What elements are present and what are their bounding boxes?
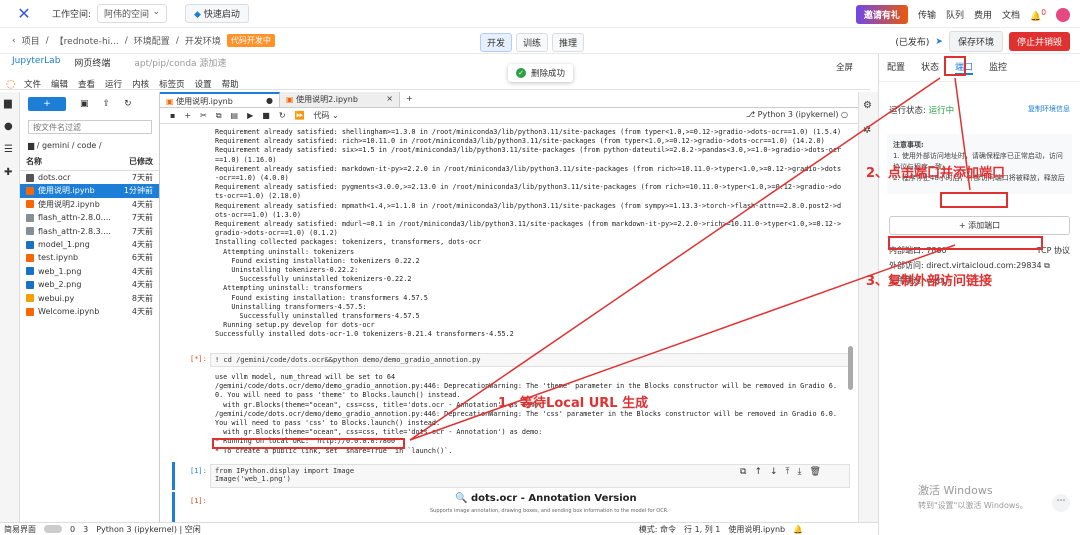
windows-watermark: 激活 Windows 转到"设置"以激活 Windows。 <box>918 484 1028 510</box>
annotation-arrows <box>409 77 971 441</box>
arrow-line <box>409 77 941 441</box>
annotation-step-1: 1、等待Local URL 生成 <box>498 396 649 411</box>
annotation-step-2: 2、点击端口并添加端口 <box>866 166 1006 181</box>
annotation-step-3: 3、复制外部访问链接 <box>866 274 993 289</box>
